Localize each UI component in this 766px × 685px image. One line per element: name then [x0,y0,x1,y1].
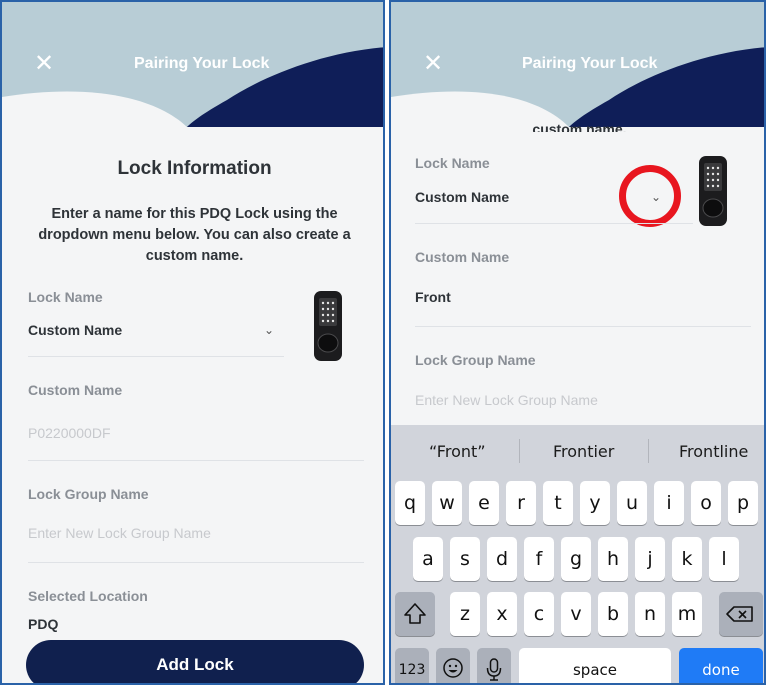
key-l[interactable]: l [709,537,739,581]
key-y[interactable]: y [580,481,610,525]
key-c[interactable]: c [524,592,554,636]
space-key[interactable]: space [519,648,671,683]
header-title: Pairing Your Lock [134,55,270,72]
key-d[interactable]: d [487,537,517,581]
shift-icon [404,603,426,624]
left-screen: ✕ Pairing Your Lock Lock Information Ent… [0,0,385,685]
chevron-down-icon: ⌄ [264,323,275,337]
key-q[interactable]: q [395,481,425,525]
key-s[interactable]: s [450,537,480,581]
custom-name-input[interactable]: Front [415,289,451,305]
header: ✕ Pairing Your Lock [391,2,764,127]
key-j[interactable]: j [635,537,665,581]
description-line: dropdown menu below. You can also create… [38,227,351,243]
delete-key[interactable] [719,592,763,636]
emoji-icon [443,658,463,678]
close-icon[interactable]: ✕ [34,52,54,76]
divider [415,326,751,327]
lock-name-label: Lock Name [415,155,490,171]
partial-description: custom name. [532,121,627,132]
lock-name-label: Lock Name [28,289,103,305]
key-h[interactable]: h [598,537,628,581]
key-a[interactable]: a [413,537,443,581]
description-line: Enter a name for this PDQ Lock using the [51,206,338,222]
divider [415,223,693,224]
description: Enter a name for this PDQ Lock using the… [2,204,383,267]
key-u[interactable]: u [617,481,647,525]
header: ✕ Pairing Your Lock [2,2,383,127]
lock-group-input[interactable]: Enter New Lock Group Name [28,525,211,541]
key-r[interactable]: r [506,481,536,525]
microphone-key[interactable] [477,648,511,683]
custom-name-label: Custom Name [415,249,510,265]
key-i[interactable]: i [654,481,684,525]
key-b[interactable]: b [598,592,628,636]
divider [28,460,364,461]
lock-name-value: Custom Name [28,322,123,338]
divider [28,356,284,357]
section-heading: Lock Information [117,158,272,179]
keyboard: “Front” Frontier Frontline q w e r t y u… [391,425,764,683]
suggestion-item[interactable]: Frontline [679,442,748,461]
done-key[interactable]: done [679,648,763,683]
location-label: Selected Location [28,588,148,604]
microphone-icon [486,658,502,681]
location-value[interactable]: PDQ [28,616,58,632]
suggestion-bar: “Front” Frontier Frontline [391,425,764,477]
lock-name-dropdown[interactable]: Custom Name ⌄ [28,317,283,347]
numbers-key[interactable]: 123 [395,648,429,683]
key-v[interactable]: v [561,592,591,636]
header-title: Pairing Your Lock [522,55,658,72]
key-o[interactable]: o [691,481,721,525]
add-lock-label: Add Lock [156,655,234,674]
custom-name-input[interactable]: P0220000DF [28,425,111,441]
key-z[interactable]: z [450,592,480,636]
key-m[interactable]: m [672,592,702,636]
description-line: custom name. [145,248,244,264]
key-k[interactable]: k [672,537,702,581]
backspace-icon [726,606,753,622]
highlight-circle [619,165,681,227]
lock-group-label: Lock Group Name [28,486,149,502]
key-f[interactable]: f [524,537,554,581]
key-g[interactable]: g [561,537,591,581]
divider [519,439,520,463]
lock-group-input[interactable]: Enter New Lock Group Name [415,392,598,408]
key-n[interactable]: n [635,592,665,636]
close-icon[interactable]: ✕ [423,52,443,76]
key-p[interactable]: p [728,481,758,525]
emoji-key[interactable] [436,648,470,683]
lock-group-label: Lock Group Name [415,352,536,368]
smart-lock-image [699,156,727,226]
custom-name-label: Custom Name [28,382,123,398]
lock-name-value: Custom Name [415,189,510,205]
key-w[interactable]: w [432,481,462,525]
suggestion-item[interactable]: “Front” [429,442,486,461]
right-screen: ✕ Pairing Your Lock custom name. Lock Na… [389,0,766,685]
key-t[interactable]: t [543,481,573,525]
key-e[interactable]: e [469,481,499,525]
smart-lock-image [314,291,342,361]
add-lock-button[interactable]: Add Lock [26,640,364,683]
shift-key[interactable] [395,592,435,636]
key-x[interactable]: x [487,592,517,636]
divider [648,439,649,463]
suggestion-item[interactable]: Frontier [553,442,614,461]
divider [28,562,364,563]
